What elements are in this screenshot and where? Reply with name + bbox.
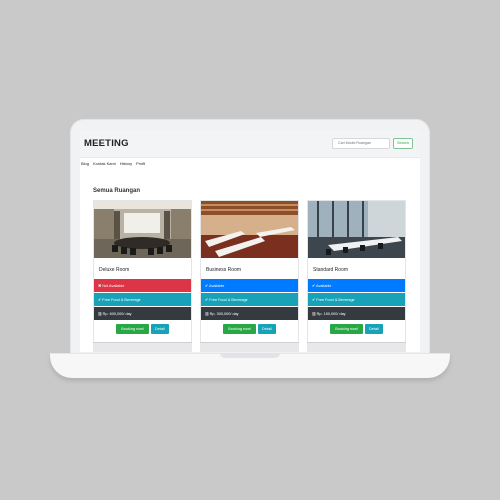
availability-badge: ✔ Available [201,279,298,292]
card-actions: Booking now! Detail [94,324,191,334]
availability-badge: ✔ Available [308,279,405,292]
room-title: Deluxe Room [94,258,191,279]
amenity-text: Free Food & Beverage [209,298,248,302]
price-badge: ▥ Rp. 300,000/ day [201,307,298,320]
booking-button[interactable]: Booking now! [330,324,364,334]
detail-button[interactable]: Detail [258,324,276,334]
nav-kontak-kami[interactable]: Kontak Kami [93,161,116,170]
amenity-badge: ✔ Free Food & Beverage [308,293,405,306]
room-card-standard: Standard Room ✔ Available ✔ Free Food & … [307,200,406,352]
room-title: Standard Room [308,258,405,279]
booking-button[interactable]: Booking now! [116,324,150,334]
price-text: Rp. 300,000/ day [209,312,239,316]
amenity-badge: ✔ Free Food & Beverage [201,293,298,306]
availability-text: Not Available [102,284,125,288]
x-icon: ✖ [98,284,102,288]
room-photo [94,201,191,258]
navbar: MEETING Cari Model Ruangan Search [80,130,420,158]
room-card-deluxe: Deluxe Room ✖ Not Available ✔ Free Food … [93,200,192,352]
availability-text: Available [316,284,332,288]
check-icon: ✔ [312,284,316,288]
brand-logo[interactable]: MEETING [84,138,129,149]
room-card-next [307,342,406,352]
card-actions: Booking now! Detail [308,324,405,334]
check-icon: ✔ [98,298,102,302]
laptop-screen: MEETING Cari Model Ruangan Search Blog K… [80,130,420,352]
search-input[interactable]: Cari Model Ruangan [332,138,390,149]
price-badge: ▥ Rp. 150,000/ day [308,307,405,320]
check-icon: ✔ [205,298,209,302]
room-photo [308,201,405,258]
nav-blog[interactable]: Blog [81,161,89,170]
room-card-business: Business Room ✔ Available ✔ Free Food & … [200,200,299,352]
nav-history[interactable]: History [120,161,132,170]
booking-button[interactable]: Booking now! [223,324,257,334]
card-actions: Booking now! Detail [201,324,298,334]
section-title: Semua Ruangan [93,188,141,194]
price-badge: ▥ Rp. 600,000/ day [94,307,191,320]
detail-button[interactable]: Detail [365,324,383,334]
amenity-text: Free Food & Beverage [316,298,355,302]
price-text: Rp. 150,000/ day [316,312,346,316]
sub-navigation: Blog Kontak Kami History Profil [80,161,420,170]
amenity-badge: ✔ Free Food & Beverage [94,293,191,306]
room-card-next [200,342,299,352]
money-icon: ▥ [205,312,209,316]
nav-profil[interactable]: Profil [136,161,145,170]
room-title: Business Room [201,258,298,279]
room-card-next [93,342,192,352]
availability-text: Available [209,284,225,288]
room-photo [201,201,298,258]
money-icon: ▥ [98,312,102,316]
search-button[interactable]: Search [393,138,413,149]
check-icon: ✔ [312,298,316,302]
detail-button[interactable]: Detail [151,324,169,334]
amenity-text: Free Food & Beverage [102,298,141,302]
money-icon: ▥ [312,312,316,316]
check-icon: ✔ [205,284,209,288]
price-text: Rp. 600,000/ day [102,312,132,316]
availability-badge: ✖ Not Available [94,279,191,292]
laptop-notch [220,353,280,358]
